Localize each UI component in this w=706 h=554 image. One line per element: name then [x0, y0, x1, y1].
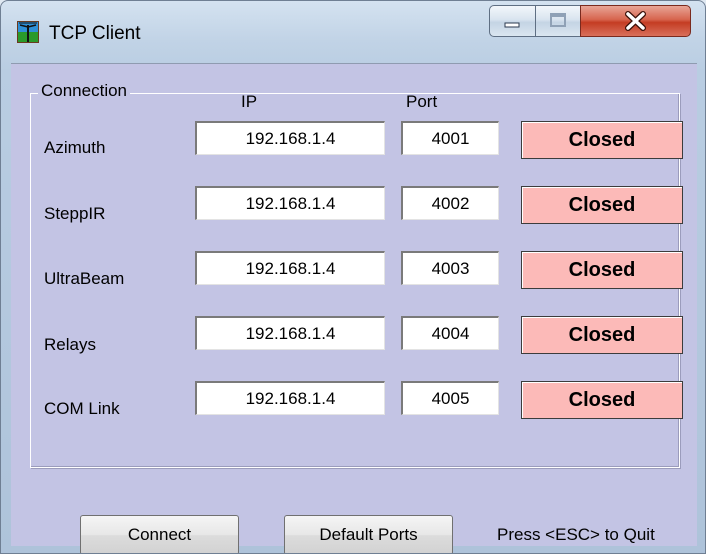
quit-hint: Press <ESC> to Quit — [497, 525, 655, 544]
steppir-port-field[interactable] — [401, 186, 499, 220]
default-ports-button[interactable]: Default Ports — [284, 515, 453, 553]
minimize-button[interactable] — [489, 5, 536, 37]
ip-column-header: IP — [241, 92, 258, 111]
relays-port-field[interactable] — [401, 316, 499, 350]
row-label-steppir: SteppIR — [44, 204, 106, 223]
com-link-status-badge: Closed — [521, 381, 683, 419]
steppir-status-badge: Closed — [521, 186, 683, 224]
row-label-com-link: COM Link — [44, 399, 120, 418]
relays-status-badge: Closed — [521, 316, 683, 354]
maximize-icon — [536, 13, 580, 40]
com-link-port-field[interactable] — [401, 381, 499, 415]
title-bar[interactable]: TCP Client — [1, 1, 705, 63]
close-button[interactable] — [580, 5, 691, 37]
close-icon — [581, 11, 690, 40]
antenna-tower-icon — [17, 21, 39, 43]
ultrabeam-status-badge: Closed — [521, 251, 683, 289]
com-link-ip-field[interactable] — [195, 381, 385, 415]
connect-button[interactable]: Connect — [80, 515, 239, 553]
row-label-azimuth: Azimuth — [44, 138, 106, 157]
row-label-relays: Relays — [44, 335, 96, 354]
steppir-ip-field[interactable] — [195, 186, 385, 220]
maximize-button[interactable] — [535, 5, 581, 37]
window-title: TCP Client — [49, 23, 141, 44]
client-area: IP Port Azimuth Closed SteppIR Closed Ul… — [11, 63, 697, 553]
minimize-icon — [490, 22, 535, 40]
caption-buttons — [489, 5, 691, 39]
connection-group-label: Connection — [38, 81, 131, 101]
connection-groupbox: IP Port Azimuth Closed SteppIR Closed Ul… — [30, 92, 683, 468]
azimuth-ip-field[interactable] — [195, 121, 385, 155]
ultrabeam-ip-field[interactable] — [195, 251, 385, 285]
tcp-client-window: TCP Client IP Port Azimuth 192.168.1.4 4… — [0, 0, 706, 554]
ultrabeam-port-field[interactable] — [401, 251, 499, 285]
relays-ip-field[interactable] — [195, 316, 385, 350]
azimuth-port-field[interactable] — [401, 121, 499, 155]
azimuth-status-badge: Closed — [521, 121, 683, 159]
port-column-header: Port — [406, 92, 438, 111]
row-label-ultrabeam: UltraBeam — [44, 269, 125, 288]
